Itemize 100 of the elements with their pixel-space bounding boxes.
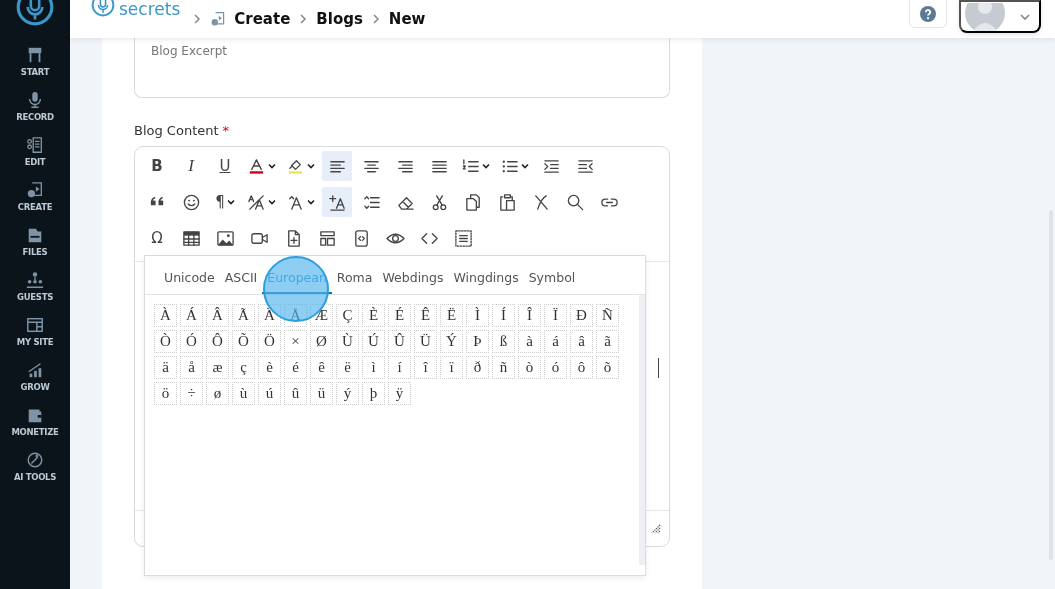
toolbar-button[interactable] bbox=[322, 151, 352, 181]
character-button[interactable]: û bbox=[284, 382, 307, 405]
toolbar-button[interactable]: I bbox=[176, 151, 206, 181]
character-button[interactable]: ù bbox=[232, 382, 255, 405]
character-button[interactable]: ó bbox=[544, 356, 567, 379]
tab[interactable]: ASCII bbox=[219, 270, 263, 294]
character-button[interactable]: Æ bbox=[310, 304, 333, 327]
character-button[interactable]: ð bbox=[466, 356, 489, 379]
toolbar-button[interactable]: U bbox=[210, 151, 240, 181]
character-button[interactable]: æ bbox=[206, 356, 229, 379]
character-button[interactable]: Ü bbox=[414, 330, 437, 353]
sidebar-item[interactable]: FILES bbox=[22, 212, 48, 257]
character-button[interactable]: ÿ bbox=[388, 382, 411, 405]
character-button[interactable]: Î bbox=[518, 304, 541, 327]
character-button[interactable]: ß bbox=[492, 330, 515, 353]
character-button[interactable]: ÷ bbox=[180, 382, 203, 405]
character-button[interactable]: Û bbox=[388, 330, 411, 353]
toolbar-button[interactable]: ¶ bbox=[210, 187, 240, 217]
tab[interactable]: Unicode bbox=[159, 270, 220, 294]
character-button[interactable]: Í bbox=[492, 304, 515, 327]
bar-chart-icon bbox=[26, 361, 44, 379]
character-button[interactable]: Ç bbox=[336, 304, 359, 327]
character-button[interactable]: ý bbox=[336, 382, 359, 405]
character-button[interactable]: ï bbox=[440, 356, 463, 379]
sidebar-item[interactable]: CREATE bbox=[17, 167, 53, 212]
character-button[interactable]: ê bbox=[310, 356, 333, 379]
character-button[interactable]: Â bbox=[206, 304, 229, 327]
character-button[interactable]: Ï bbox=[544, 304, 567, 327]
character-button[interactable]: è bbox=[258, 356, 281, 379]
character-button[interactable]: Ñ bbox=[596, 304, 619, 327]
character-button[interactable]: õ bbox=[596, 356, 619, 379]
character-button[interactable]: È bbox=[362, 304, 385, 327]
font-color-icon bbox=[247, 156, 266, 176]
character-button[interactable]: Ù bbox=[336, 330, 359, 353]
sidebar-item[interactable]: GROW bbox=[20, 347, 50, 392]
toolbar-button[interactable]: B bbox=[142, 151, 172, 181]
character-button[interactable]: ú bbox=[258, 382, 281, 405]
character-button[interactable]: ö bbox=[154, 382, 177, 405]
breadcrumb-link[interactable]: Blogs bbox=[316, 10, 363, 28]
character-button[interactable]: á bbox=[544, 330, 567, 353]
sidebar-item[interactable]: MY SITE bbox=[16, 302, 54, 347]
character-button[interactable]: é bbox=[284, 356, 307, 379]
breadcrumb-link[interactable]: New bbox=[388, 10, 426, 28]
character-button[interactable]: Ã bbox=[232, 304, 255, 327]
toolbar-button[interactable]: Ω bbox=[142, 223, 172, 253]
sidebar-item[interactable]: EDIT bbox=[24, 122, 46, 167]
resize-grip-icon[interactable] bbox=[651, 523, 661, 534]
tab[interactable]: Roma bbox=[331, 270, 378, 294]
character-button[interactable]: Ú bbox=[362, 330, 385, 353]
character-button[interactable]: Ð bbox=[570, 304, 593, 327]
character-button[interactable]: Ø bbox=[310, 330, 333, 353]
character-button[interactable]: ò bbox=[518, 356, 541, 379]
sidebar-item[interactable]: START bbox=[20, 32, 50, 77]
character-button[interactable]: Ä bbox=[258, 304, 281, 327]
character-button[interactable]: þ bbox=[362, 382, 385, 405]
character-button[interactable]: Ì bbox=[466, 304, 489, 327]
character-button[interactable]: Ë bbox=[440, 304, 463, 327]
tab[interactable]: Symbol bbox=[523, 270, 581, 294]
character-button[interactable]: ñ bbox=[492, 356, 515, 379]
character-button[interactable]: í bbox=[388, 356, 411, 379]
character-button[interactable]: Ý bbox=[440, 330, 463, 353]
character-button[interactable]: Ò bbox=[154, 330, 177, 353]
character-button[interactable]: â bbox=[570, 330, 593, 353]
character-button[interactable]: ø bbox=[206, 382, 229, 405]
sidebar-label: MONETIZE bbox=[11, 427, 59, 437]
sidebar-item[interactable]: AI TOOLS bbox=[13, 437, 57, 482]
character-button[interactable]: ã bbox=[596, 330, 619, 353]
character-button[interactable]: î bbox=[414, 356, 437, 379]
layout-icon bbox=[317, 228, 337, 248]
breadcrumb-link[interactable]: Create bbox=[234, 10, 291, 28]
excerpt-field[interactable]: Blog Excerpt bbox=[134, 38, 670, 98]
character-button[interactable]: ì bbox=[362, 356, 385, 379]
character-button[interactable]: Ê bbox=[414, 304, 437, 327]
character-button[interactable]: Ö bbox=[258, 330, 281, 353]
toolbar-button[interactable] bbox=[322, 187, 352, 217]
character-button[interactable]: å bbox=[180, 356, 203, 379]
character-button[interactable]: Á bbox=[180, 304, 203, 327]
user-menu-button[interactable] bbox=[959, 0, 1041, 33]
sidebar-item[interactable]: RECORD bbox=[16, 77, 54, 122]
character-button[interactable]: × bbox=[284, 330, 307, 353]
sidebar-item[interactable]: MONETIZE bbox=[11, 392, 59, 437]
character-button[interactable]: À bbox=[154, 304, 177, 327]
dropdown-caret-icon bbox=[268, 198, 276, 206]
character-button[interactable]: ô bbox=[570, 356, 593, 379]
character-button[interactable]: ä bbox=[154, 356, 177, 379]
sidebar-item[interactable]: GUESTS bbox=[17, 257, 53, 302]
character-button[interactable]: Þ bbox=[466, 330, 489, 353]
help-button[interactable] bbox=[909, 0, 947, 28]
character-button[interactable]: ü bbox=[310, 382, 333, 405]
copy-icon bbox=[463, 192, 483, 212]
character-button[interactable]: à bbox=[518, 330, 541, 353]
tab[interactable]: Webdings bbox=[377, 270, 449, 294]
character-button[interactable]: ç bbox=[232, 356, 255, 379]
character-button[interactable]: Ó bbox=[180, 330, 203, 353]
tab[interactable]: Wingdings bbox=[448, 270, 524, 294]
character-button[interactable]: ë bbox=[336, 356, 359, 379]
character-button[interactable]: Ô bbox=[206, 330, 229, 353]
smiley-icon bbox=[181, 192, 201, 212]
character-button[interactable]: Õ bbox=[232, 330, 255, 353]
character-button[interactable]: É bbox=[388, 304, 411, 327]
